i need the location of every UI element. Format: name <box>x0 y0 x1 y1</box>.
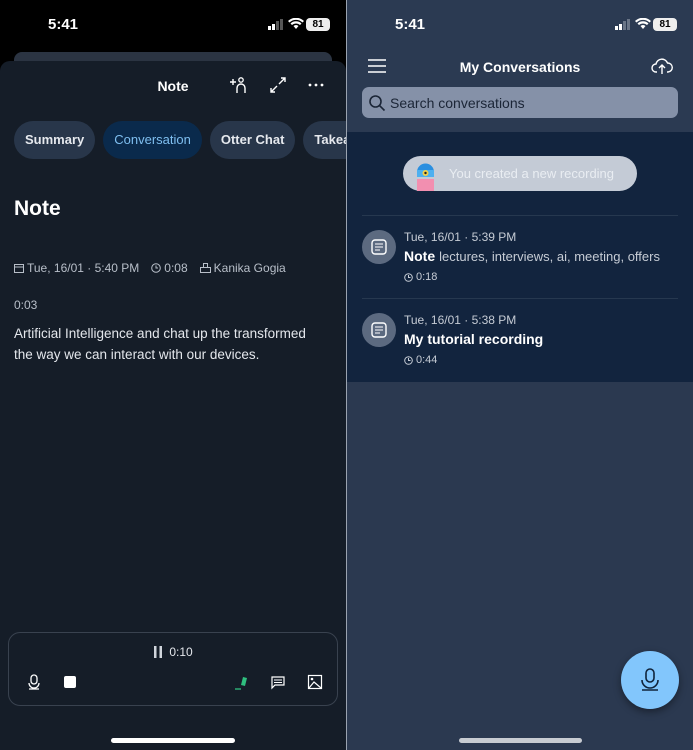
clock-icon <box>404 355 413 365</box>
conversations-header: 5:41 81 My Conversations <box>347 0 693 132</box>
note-heading: Note <box>14 197 61 220</box>
record-button[interactable] <box>621 651 679 709</box>
recording-elapsed: 0:10 <box>169 645 193 659</box>
conversation-item[interactable]: Tue, 16/01 · 5:38 PM My tutorial recordi… <box>362 298 678 381</box>
conversation-keywords: lectures, interviews, ai, meeting, offer… <box>439 249 660 264</box>
expand-icon[interactable] <box>268 75 288 95</box>
tab-bar: Summary Conversation Otter Chat Takeaw <box>14 121 346 159</box>
comment-icon[interactable] <box>269 673 287 691</box>
conversation-title: Note <box>404 248 436 264</box>
image-icon[interactable] <box>306 673 324 691</box>
cellular-signal-icon <box>268 19 283 30</box>
microphone-icon[interactable] <box>25 673 43 691</box>
note-owner: Kanika Gogia <box>213 261 286 275</box>
page-title: My Conversations <box>459 59 581 75</box>
pause-icon[interactable] <box>153 646 163 658</box>
cellular-signal-icon <box>615 19 630 30</box>
more-options-icon[interactable] <box>306 75 326 95</box>
tab-conversation[interactable]: Conversation <box>103 121 202 159</box>
conversation-date: Tue, 16/01 · 5:39 PM <box>404 230 517 244</box>
new-recording-toast: You created a new recording <box>403 156 637 191</box>
recording-bar: 0:10 <box>8 632 338 706</box>
conversation-list: You created a new recording Tue, 16/01 ·… <box>347 132 693 382</box>
search-input[interactable] <box>390 94 670 111</box>
clock-icon <box>151 263 162 273</box>
wifi-icon <box>288 18 304 29</box>
note-screen: 5:41 81 Note Summary Conversation Otter … <box>0 0 346 750</box>
home-indicator[interactable] <box>111 738 235 743</box>
status-time: 5:41 <box>395 16 426 33</box>
note-sheet: Note Summary Conversation Otter Chat Tak… <box>0 61 346 750</box>
cloud-upload-icon[interactable] <box>651 56 673 76</box>
note-icon <box>362 230 396 264</box>
sheet-title: Note <box>157 78 189 94</box>
status-bar: 5:41 81 <box>347 16 693 36</box>
transcript-text: Artificial Intelligence and chat up the … <box>14 326 306 362</box>
otter-avatar-icon <box>417 163 434 191</box>
battery-icon: 81 <box>653 18 677 31</box>
conversation-date: Tue, 16/01 · 5:38 PM <box>404 313 517 327</box>
microphone-icon <box>641 668 659 691</box>
note-date: Tue, 16/01 · 5:40 PM <box>27 261 140 275</box>
tab-otter-chat[interactable]: Otter Chat <box>209 121 296 159</box>
conversation-duration: 0:18 <box>416 271 438 283</box>
search-bar[interactable] <box>362 87 678 118</box>
conversation-duration: 0:44 <box>416 354 438 366</box>
note-meta: Tue, 16/01 · 5:40 PM 0:08 Kanika Gogia <box>14 261 286 275</box>
note-duration: 0:08 <box>164 261 188 275</box>
highlight-icon[interactable] <box>233 673 251 691</box>
owner-icon <box>199 263 211 273</box>
stop-icon[interactable] <box>61 673 79 691</box>
status-bar: 5:41 81 <box>0 16 346 36</box>
tab-takeaways[interactable]: Takeaw <box>303 121 346 159</box>
wifi-icon <box>635 18 651 29</box>
transcript-timestamp[interactable]: 0:03 <box>14 298 37 312</box>
battery-icon: 81 <box>306 18 330 31</box>
conversation-title: My tutorial recording <box>404 331 544 347</box>
home-indicator[interactable] <box>459 738 582 743</box>
note-icon <box>362 313 396 347</box>
calendar-icon <box>14 264 24 273</box>
conversations-screen: 5:41 81 My Conversations You created a n… <box>347 0 693 750</box>
toast-text: You created a new recording <box>449 166 615 181</box>
status-time: 5:41 <box>48 16 79 33</box>
conversation-item[interactable]: Tue, 16/01 · 5:39 PM Note lectures, inter… <box>362 215 678 298</box>
clock-icon <box>404 272 413 282</box>
recording-status: 0:10 <box>9 645 337 659</box>
search-icon <box>369 94 386 111</box>
tab-summary[interactable]: Summary <box>14 121 96 159</box>
add-person-icon[interactable] <box>228 75 248 95</box>
